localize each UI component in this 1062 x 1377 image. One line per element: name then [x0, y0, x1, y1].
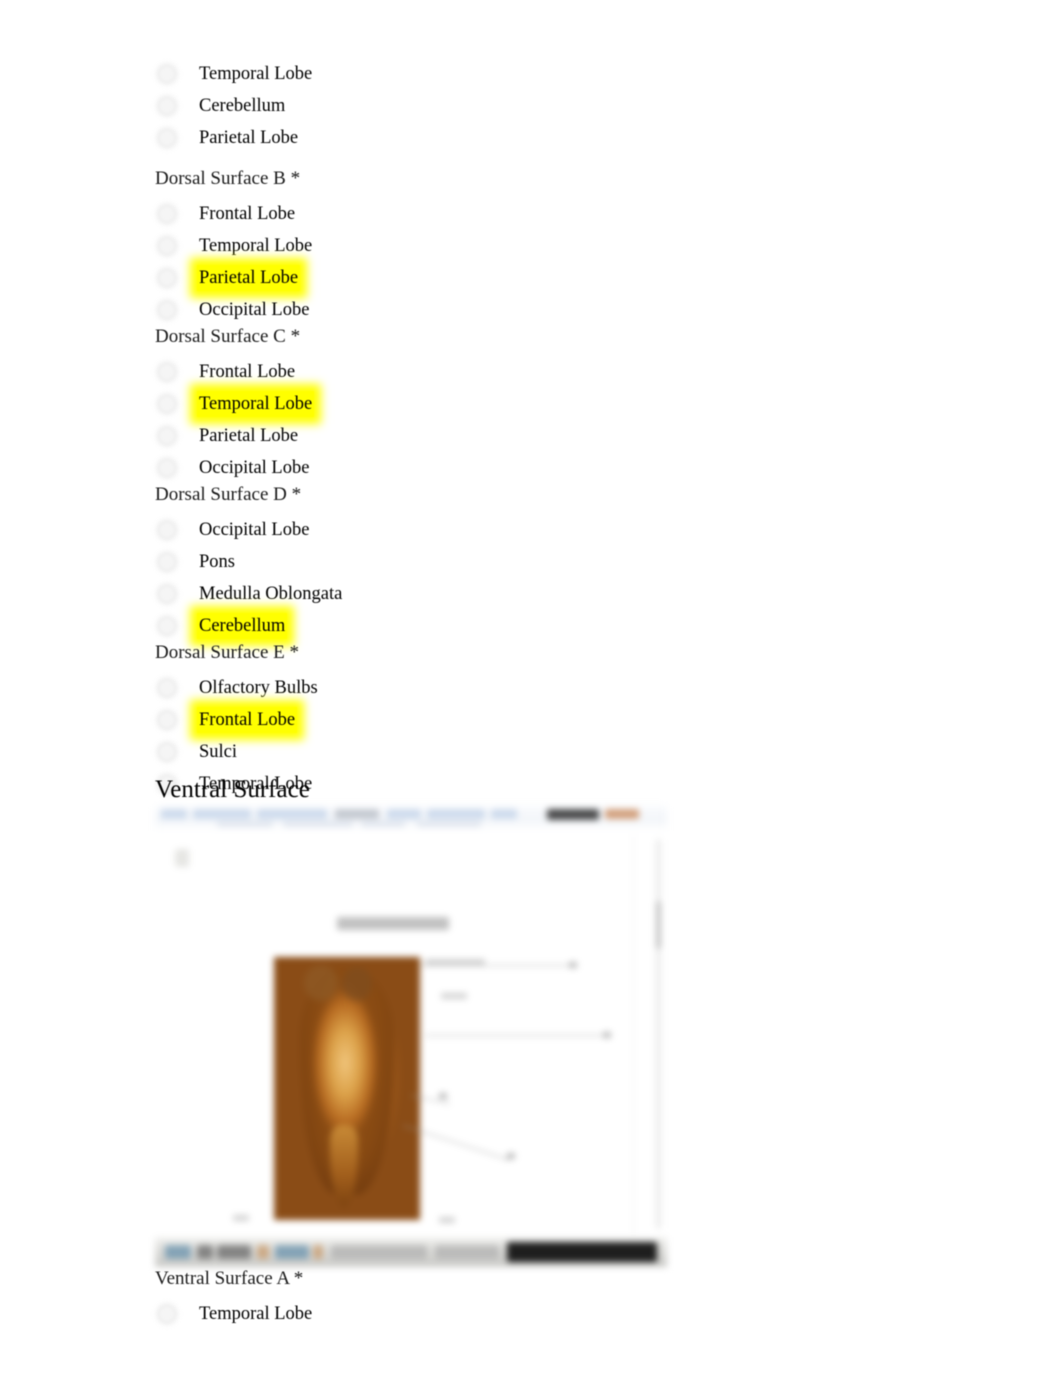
section-title-ventral-surface: Ventral Surface: [155, 776, 310, 803]
option-group-dorsal-surface-c: Dorsal Surface C * Frontal Lobe Temporal…: [155, 326, 855, 484]
brain-right-lobe-shape: [342, 967, 372, 1001]
option-group-dorsal-surface-b: Dorsal Surface B * Frontal Lobe Temporal…: [155, 168, 855, 326]
option-label: Frontal Lobe: [199, 204, 296, 224]
option-row-selected[interactable]: Frontal Lobe: [155, 704, 855, 736]
option-label: Temporal Lobe: [199, 236, 313, 256]
radio-button-icon[interactable]: [159, 522, 175, 538]
label-text-blob: [425, 959, 485, 965]
option-label-highlighted: Temporal Lobe: [197, 391, 315, 417]
radio-button-icon[interactable]: [159, 130, 175, 146]
option-label: Frontal Lobe: [199, 362, 296, 382]
option-group-ventral-surface-a: Ventral Surface A * Temporal Lobe: [155, 1268, 855, 1330]
option-row[interactable]: Temporal Lobe: [155, 58, 855, 90]
leader-endpoint: [569, 962, 577, 968]
radio-button-icon[interactable]: [159, 238, 175, 254]
group-heading: Dorsal Surface B *: [155, 168, 301, 189]
leader-line: [421, 965, 569, 966]
embedded-scrollbar-thumb[interactable]: [656, 901, 661, 949]
radio-button-icon[interactable]: [159, 712, 175, 728]
radio-button-icon[interactable]: [159, 302, 175, 318]
embedded-figure-caption: [337, 917, 449, 930]
option-label-highlighted: Parietal Lobe: [197, 265, 301, 291]
option-row[interactable]: Temporal Lobe: [155, 1298, 855, 1330]
document-page: Temporal Lobe Cerebellum Parietal Lobe D…: [0, 0, 1062, 1377]
embedded-document-canvas: [189, 835, 634, 1251]
leader-line: [425, 1035, 603, 1036]
option-label: Occipital Lobe: [199, 458, 310, 478]
label-text-blob: [439, 1217, 455, 1223]
group-heading: Dorsal Surface D *: [155, 484, 302, 505]
option-label: Cerebellum: [199, 96, 286, 116]
option-row-selected[interactable]: Temporal Lobe: [155, 388, 855, 420]
option-row[interactable]: Temporal Lobe: [155, 230, 855, 262]
radio-button-icon[interactable]: [159, 66, 175, 82]
radio-button-icon[interactable]: [159, 428, 175, 444]
leader-endpoint: [603, 1032, 611, 1038]
radio-button-icon[interactable]: [159, 1306, 175, 1322]
option-row[interactable]: Occipital Lobe: [155, 514, 855, 546]
option-row[interactable]: Medulla Oblongata: [155, 578, 855, 610]
option-label: Parietal Lobe: [199, 128, 299, 148]
embedded-screenshot-image: [155, 805, 667, 1267]
option-row[interactable]: Parietal Lobe: [155, 122, 855, 154]
option-row-selected[interactable]: Parietal Lobe: [155, 262, 855, 294]
option-label: Medulla Oblongata: [199, 584, 343, 604]
radio-button-icon[interactable]: [159, 744, 175, 760]
radio-button-icon[interactable]: [159, 206, 175, 222]
brain-specimen-photo: [274, 957, 420, 1220]
option-row[interactable]: Parietal Lobe: [155, 420, 855, 452]
embedded-taskbar: [155, 1237, 667, 1267]
label-text-blob: [441, 993, 467, 999]
option-label: Olfactory Bulbs: [199, 678, 318, 698]
label-text-blob: [233, 1215, 249, 1221]
option-label-highlighted: Frontal Lobe: [197, 707, 298, 733]
option-row-selected[interactable]: Cerebellum: [155, 610, 855, 642]
leader-endpoint: [507, 1153, 515, 1159]
radio-button-icon[interactable]: [159, 554, 175, 570]
radio-button-icon[interactable]: [159, 98, 175, 114]
option-row[interactable]: Occipital Lobe: [155, 452, 855, 484]
option-label: Sulci: [199, 742, 238, 762]
option-group-dorsal-surface-d: Dorsal Surface D * Occipital Lobe Pons M…: [155, 484, 855, 642]
radio-button-icon[interactable]: [159, 270, 175, 286]
option-label: Occipital Lobe: [199, 300, 310, 320]
quiz-form: Temporal Lobe Cerebellum Parietal Lobe D…: [155, 58, 855, 800]
option-row[interactable]: Olfactory Bulbs: [155, 672, 855, 704]
option-row[interactable]: Frontal Lobe: [155, 356, 855, 388]
option-group-partial-top: Temporal Lobe Cerebellum Parietal Lobe: [155, 58, 855, 154]
option-row[interactable]: Frontal Lobe: [155, 198, 855, 230]
group-heading: Dorsal Surface C *: [155, 326, 301, 347]
radio-button-icon[interactable]: [159, 586, 175, 602]
radio-button-icon[interactable]: [159, 460, 175, 476]
option-row[interactable]: Pons: [155, 546, 855, 578]
option-label: Pons: [199, 552, 235, 572]
brain-left-lobe-shape: [304, 965, 338, 1001]
embedded-browser-toolbar: [155, 805, 667, 831]
radio-button-icon[interactable]: [159, 680, 175, 696]
option-label: Occipital Lobe: [199, 520, 310, 540]
option-label: Parietal Lobe: [199, 426, 299, 446]
radio-button-icon[interactable]: [159, 396, 175, 412]
option-row[interactable]: Sulci: [155, 736, 855, 768]
group-heading: Dorsal Surface E *: [155, 642, 300, 663]
option-label: Temporal Lobe: [199, 1304, 313, 1324]
option-row[interactable]: Occipital Lobe: [155, 294, 855, 326]
radio-button-icon[interactable]: [159, 364, 175, 380]
embedded-scrollbar-track[interactable]: [656, 839, 661, 1229]
option-label: Temporal Lobe: [199, 64, 313, 84]
option-row[interactable]: Cerebellum: [155, 90, 855, 122]
radio-button-icon[interactable]: [159, 618, 175, 634]
group-heading: Ventral Surface A *: [155, 1268, 304, 1289]
option-label-highlighted: Cerebellum: [197, 613, 288, 639]
leader-endpoint: [439, 1093, 447, 1099]
